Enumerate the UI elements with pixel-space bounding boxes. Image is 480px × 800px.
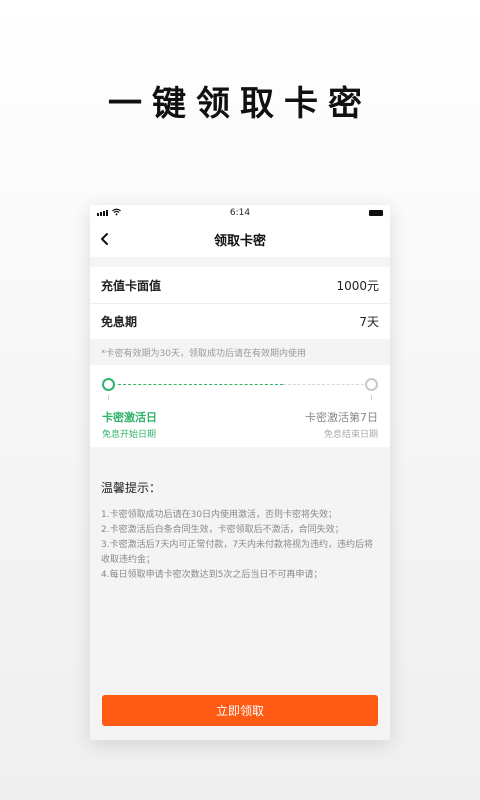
battery-icon bbox=[369, 210, 383, 216]
tip-item: 4.每日领取申请卡密次数达到5次之后当日不可再申请； bbox=[101, 570, 323, 580]
row-label: 免息期 bbox=[101, 315, 138, 329]
timeline-start-dot bbox=[102, 378, 115, 391]
timeline-start-title: 卡密激活日 bbox=[102, 411, 157, 424]
timeline-start: 卡密激活日 免息开始日期 bbox=[102, 409, 157, 440]
timeline-remaining-line bbox=[282, 384, 364, 385]
nav-title: 领取卡密 bbox=[213, 233, 266, 249]
timeline-tick-end bbox=[371, 395, 372, 400]
timeline: 卡密激活日 免息开始日期 卡密激活第7日 免息结束日期 bbox=[90, 365, 390, 447]
claim-button[interactable]: 立即领取 bbox=[102, 695, 378, 726]
timeline-progress-line bbox=[118, 384, 283, 385]
row-card-value: 充值卡面值 1000元 bbox=[90, 267, 390, 303]
timeline-end-title: 卡密激活第7日 bbox=[305, 411, 378, 424]
tip-item: 2.卡密激活后白条合同生效，卡密领取后不激活，合同失效； bbox=[101, 525, 344, 535]
card-info: 充值卡面值 1000元 免息期 7天 bbox=[90, 267, 390, 339]
timeline-end-dot bbox=[365, 378, 378, 391]
hero-title: 一键领取卡密 bbox=[108, 84, 372, 124]
timeline-end: 卡密激活第7日 免息结束日期 bbox=[305, 409, 378, 440]
status-left bbox=[97, 208, 121, 216]
signal-icon bbox=[97, 210, 108, 216]
tip-item: 1.卡密领取成功后请在30日内使用激活，否则卡密将失效； bbox=[101, 510, 338, 520]
tips-title: 温馨提示： bbox=[101, 481, 162, 495]
back-arrow-icon[interactable] bbox=[98, 231, 112, 247]
timeline-end-sub: 免息结束日期 bbox=[323, 430, 378, 440]
status-time: 6:14 bbox=[229, 208, 251, 218]
row-interest-free-period: 免息期 7天 bbox=[90, 303, 390, 339]
wifi-icon bbox=[112, 208, 121, 216]
row-value: 7天 bbox=[359, 315, 379, 329]
tip-item: 3.卡密激活后7天内可正常付款，7天内未付款将视为违约，违约后将收取违约金； bbox=[101, 540, 374, 565]
status-bar: 6:14 bbox=[90, 205, 390, 221]
timeline-tick-start bbox=[108, 395, 109, 400]
timeline-start-sub: 免息开始日期 bbox=[102, 430, 157, 440]
row-label: 充值卡面值 bbox=[101, 278, 162, 293]
validity-note: *卡密有效期为30天，领取成功后请在有效期内使用 bbox=[101, 348, 306, 359]
phone-screen: 6:14 领取卡密 充值卡面值 1000元 免息期 7天 *卡密有效期为30天，… bbox=[90, 205, 390, 740]
nav-bar: 领取卡密 bbox=[90, 221, 390, 257]
row-value: 1000元 bbox=[336, 278, 379, 293]
tips-section: 温馨提示： 1.卡密领取成功后请在30日内使用激活，否则卡密将失效； 2.卡密激… bbox=[90, 479, 390, 583]
